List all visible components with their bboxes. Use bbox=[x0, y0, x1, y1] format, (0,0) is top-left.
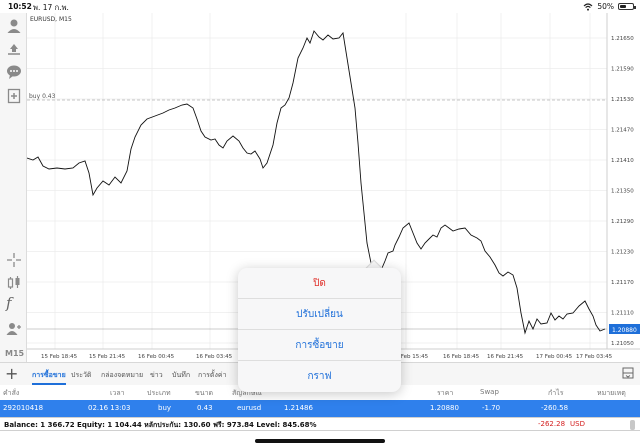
table-row[interactable]: 292010418 02.16 13:03 buy 0.43 eurusd 1.… bbox=[0, 400, 640, 417]
col-swap: Swap bbox=[480, 388, 499, 396]
tab-journal[interactable]: บันทึก bbox=[172, 370, 190, 381]
add-indicator-icon[interactable] bbox=[3, 85, 24, 106]
battery-icon bbox=[618, 3, 636, 10]
price-tick-label: 1.21410 bbox=[611, 158, 634, 164]
scrollbar[interactable] bbox=[630, 420, 635, 430]
close-position-button[interactable]: ปิด bbox=[238, 268, 401, 299]
col-type: ประเภท bbox=[147, 389, 171, 397]
time-tick-label: 16 Feb 03:45 bbox=[196, 354, 233, 360]
col-price: ราคา bbox=[437, 389, 454, 397]
crosshair-icon[interactable] bbox=[3, 249, 24, 270]
time-tick-label: 17 Feb 00:45 bbox=[536, 354, 573, 360]
tab-settings[interactable]: การตั้งค่า bbox=[198, 370, 227, 381]
chart-button[interactable]: กราฟ bbox=[238, 361, 401, 392]
price-tick-label: 1.21650 bbox=[611, 36, 634, 42]
col-order: คำสั่ง bbox=[3, 389, 20, 397]
col-size: ขนาด bbox=[195, 389, 214, 397]
home-indicator[interactable] bbox=[255, 439, 385, 443]
tab-trade[interactable]: การซื้อขาย bbox=[32, 370, 66, 385]
price-tick-label: 1.21350 bbox=[611, 189, 634, 195]
time-tick-label: 16 Feb 21:45 bbox=[487, 354, 524, 360]
objects-icon[interactable] bbox=[3, 318, 24, 339]
balance-summary: Balance: 1 366.72 Equity: 1 104.44 หลักป… bbox=[4, 421, 317, 429]
price-tick-label: 1.21290 bbox=[611, 219, 634, 225]
cell-symbol: eurusd bbox=[237, 404, 262, 412]
wifi-icon bbox=[583, 2, 593, 11]
modify-position-button[interactable]: ปรับเปลี่ยน bbox=[238, 299, 401, 330]
position-action-popup: ปิด ปรับเปลี่ยน การซื้อขาย กราฟ bbox=[238, 268, 401, 392]
chat-icon[interactable] bbox=[3, 61, 24, 82]
cell-open-price: 1.21486 bbox=[284, 404, 313, 412]
tab-history[interactable]: ประวัติ bbox=[71, 370, 91, 381]
cell-size: 0.43 bbox=[197, 404, 213, 412]
collapse-icon[interactable] bbox=[622, 367, 634, 379]
price-tick-label: 1.21590 bbox=[611, 67, 634, 73]
col-comment: หมายเหตุ bbox=[597, 389, 626, 397]
chart-toolbar: f M15 bbox=[0, 13, 27, 362]
account-icon[interactable] bbox=[3, 15, 24, 36]
tab-mailbox[interactable]: กล่องจดหมาย bbox=[101, 370, 143, 381]
price-tick-label: 1.21110 bbox=[611, 311, 634, 317]
chart-type-icon[interactable] bbox=[3, 272, 24, 293]
buy-order-label: buy 0.43 bbox=[29, 93, 56, 100]
cell-order: 292010418 bbox=[3, 404, 44, 412]
battery-percent: 50% bbox=[597, 2, 614, 11]
cell-type: buy bbox=[158, 404, 172, 412]
time-tick-label: 16 Feb 18:45 bbox=[443, 354, 480, 360]
current-price-text: 1.20880 bbox=[612, 327, 637, 334]
cell-profit: -260.58 bbox=[541, 404, 569, 412]
time-tick-label: 17 Feb 03:45 bbox=[576, 354, 613, 360]
add-order-button[interactable]: + bbox=[5, 363, 18, 385]
symbol-label: EURUSD, M15 bbox=[30, 16, 72, 23]
trade-button[interactable]: การซื้อขาย bbox=[238, 330, 401, 361]
price-tick-label: 1.21050 bbox=[611, 341, 634, 347]
total-profit: -262.28 bbox=[538, 420, 566, 428]
time-tick-label: 16 Feb 00:45 bbox=[138, 354, 175, 360]
price-tick-label: 1.21170 bbox=[611, 280, 634, 286]
time-tick-label: 15 Feb 18:45 bbox=[41, 354, 78, 360]
account-currency: USD bbox=[570, 420, 585, 428]
col-profit: กำไร bbox=[548, 389, 564, 397]
status-bar: 10:52 พ. 17 ก.พ. 50% bbox=[0, 0, 640, 13]
tab-news[interactable]: ข่าว bbox=[150, 370, 163, 381]
status-time: 10:52 bbox=[8, 2, 32, 11]
price-tick-label: 1.21230 bbox=[611, 250, 634, 256]
cell-price: 1.20880 bbox=[430, 404, 459, 412]
balance-bar: Balance: 1 366.72 Equity: 1 104.44 หลักป… bbox=[0, 417, 640, 431]
cell-time: 02.16 13:03 bbox=[88, 404, 131, 412]
price-tick-label: 1.21530 bbox=[611, 97, 634, 103]
indicators-icon[interactable]: f bbox=[6, 294, 12, 312]
time-tick-label: 15 Feb 21:45 bbox=[89, 354, 126, 360]
status-indicators: 50% bbox=[583, 2, 636, 11]
col-time: เวลา bbox=[110, 389, 125, 397]
timeframe-label[interactable]: M15 bbox=[5, 349, 24, 358]
trade-icon[interactable] bbox=[3, 38, 24, 59]
price-tick-label: 1.21470 bbox=[611, 128, 634, 134]
cell-swap: -1.70 bbox=[482, 404, 501, 412]
